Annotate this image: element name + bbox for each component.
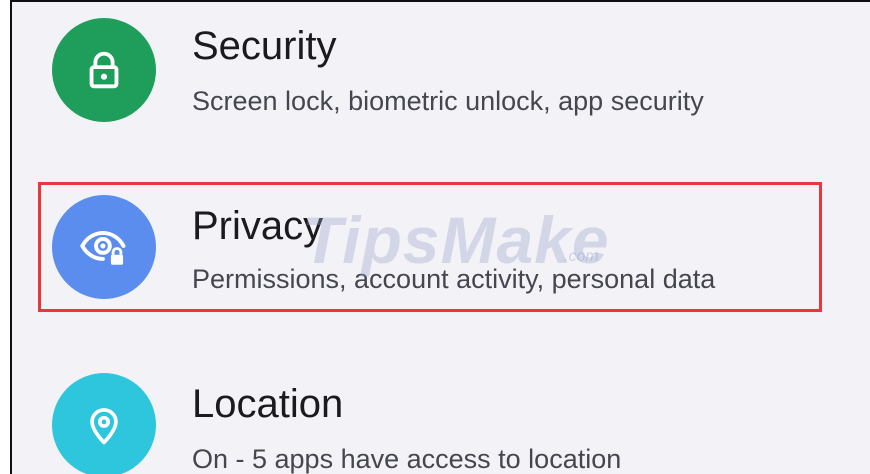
security-title: Security <box>192 24 337 68</box>
location-pin-icon <box>90 408 118 445</box>
settings-item-location[interactable]: Location On - 5 apps have access to loca… <box>12 358 870 474</box>
privacy-subtitle: Permissions, account activity, personal … <box>192 264 716 294</box>
location-subtitle: On - 5 apps have access to location <box>192 444 622 474</box>
settings-item-security[interactable]: Security Screen lock, biometric unlock, … <box>12 2 870 122</box>
location-icon-badge <box>52 373 156 474</box>
lock-icon <box>89 51 119 89</box>
location-title: Location <box>192 382 344 426</box>
privacy-icon-badge <box>52 195 156 299</box>
security-subtitle: Screen lock, biometric unlock, app secur… <box>192 86 704 116</box>
settings-item-privacy[interactable]: Privacy Permissions, account activity, p… <box>12 182 870 302</box>
privacy-title: Privacy <box>192 204 324 248</box>
eye-lock-icon <box>80 230 126 265</box>
security-icon-badge <box>52 18 156 122</box>
settings-screen: Security Screen lock, biometric unlock, … <box>10 0 870 474</box>
